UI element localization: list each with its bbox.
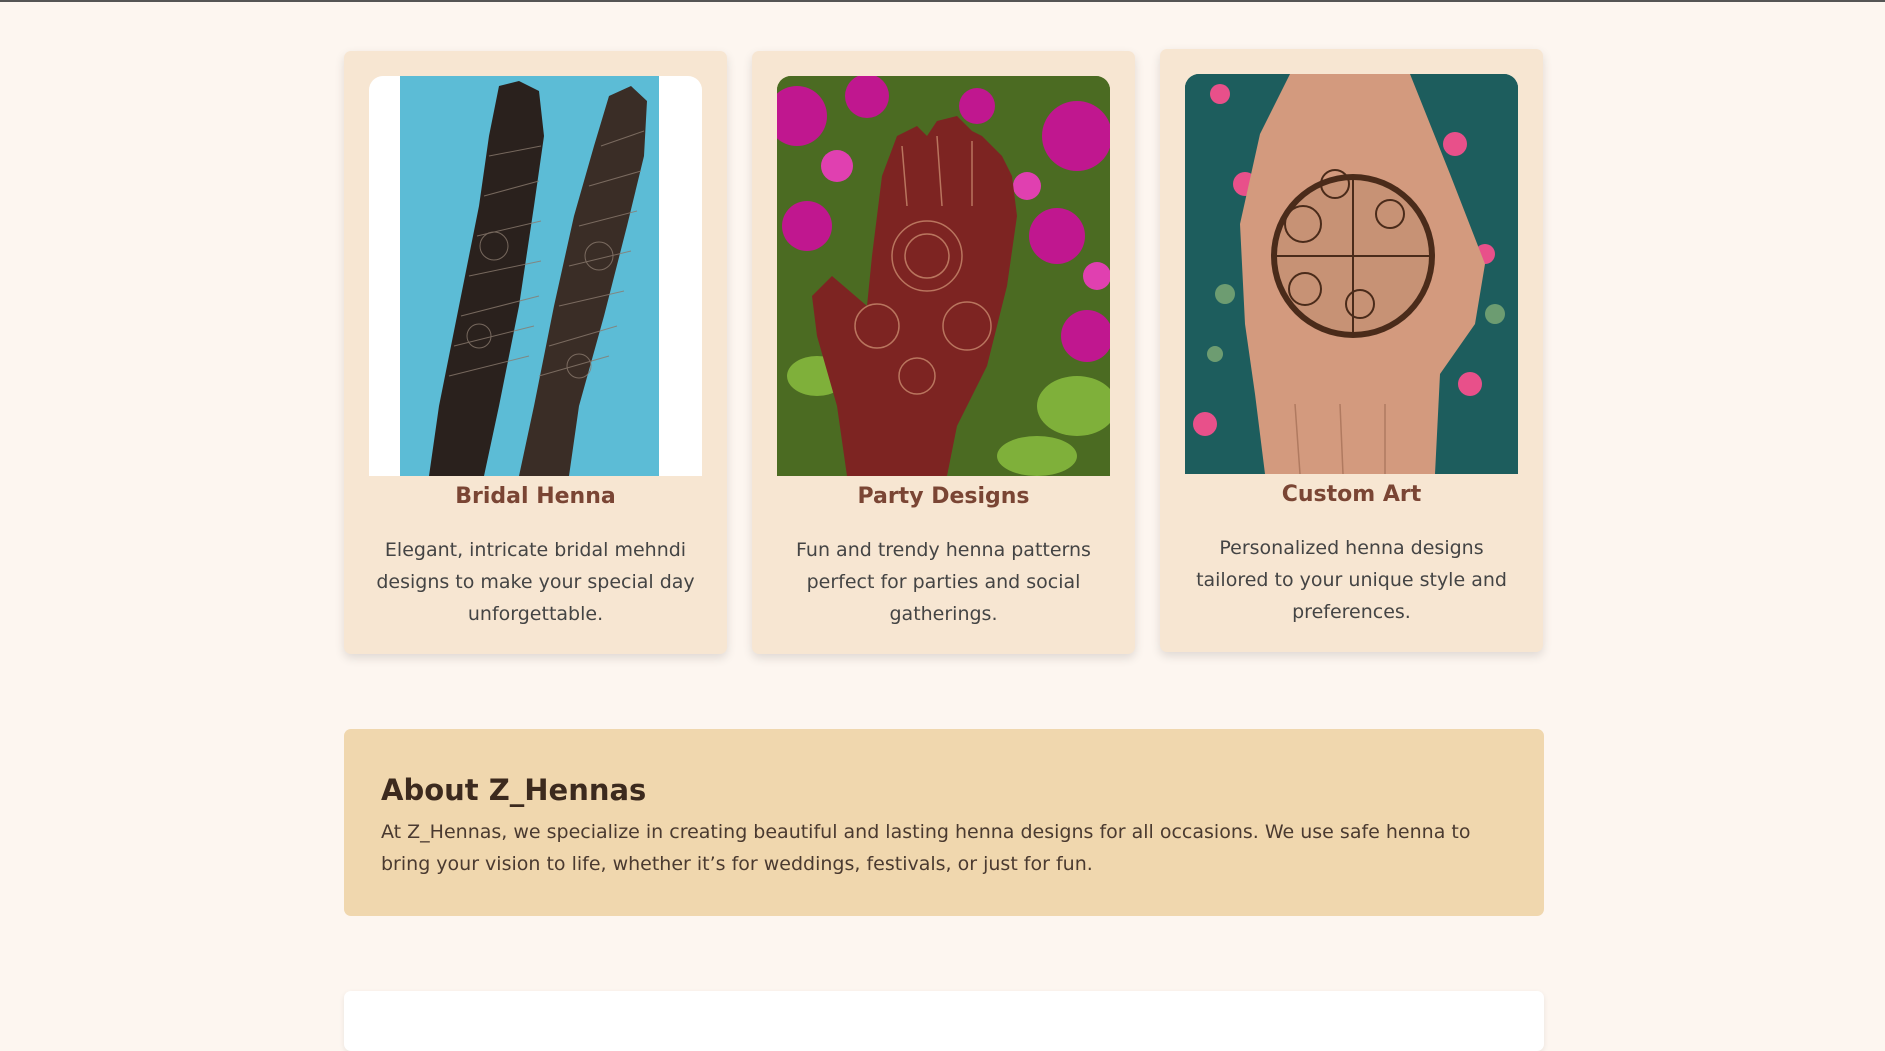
service-card-bridal: Bridal Henna Elegant, intricate bridal m… [344,51,727,654]
next-section-card [344,991,1544,1051]
service-card-party: Party Designs Fun and trendy henna patte… [752,51,1135,654]
service-description: Personalized henna designs tailored to y… [1196,537,1507,623]
page: Bridal Henna Elegant, intricate bridal m… [0,0,1885,1051]
party-henna-photo [777,76,1110,476]
top-divider [0,0,1885,2]
bridal-henna-photo [369,76,702,476]
about-section: About Z_Hennas At Z_Hennas, we specializ… [344,729,1544,916]
service-card-custom: Custom Art Personalized henna designs ta… [1160,49,1543,652]
service-description: Fun and trendy henna patterns perfect fo… [796,539,1091,625]
about-title: About Z_Hennas [381,773,647,807]
services-grid: Bridal Henna Elegant, intricate bridal m… [344,49,1544,654]
about-text: At Z_Hennas, we specialize in creating b… [381,821,1471,875]
service-title: Bridal Henna [455,484,616,509]
service-title: Custom Art [1281,482,1422,507]
service-title: Party Designs [857,484,1030,509]
custom-henna-photo [1185,74,1518,474]
service-description: Elegant, intricate bridal mehndi designs… [376,539,695,625]
